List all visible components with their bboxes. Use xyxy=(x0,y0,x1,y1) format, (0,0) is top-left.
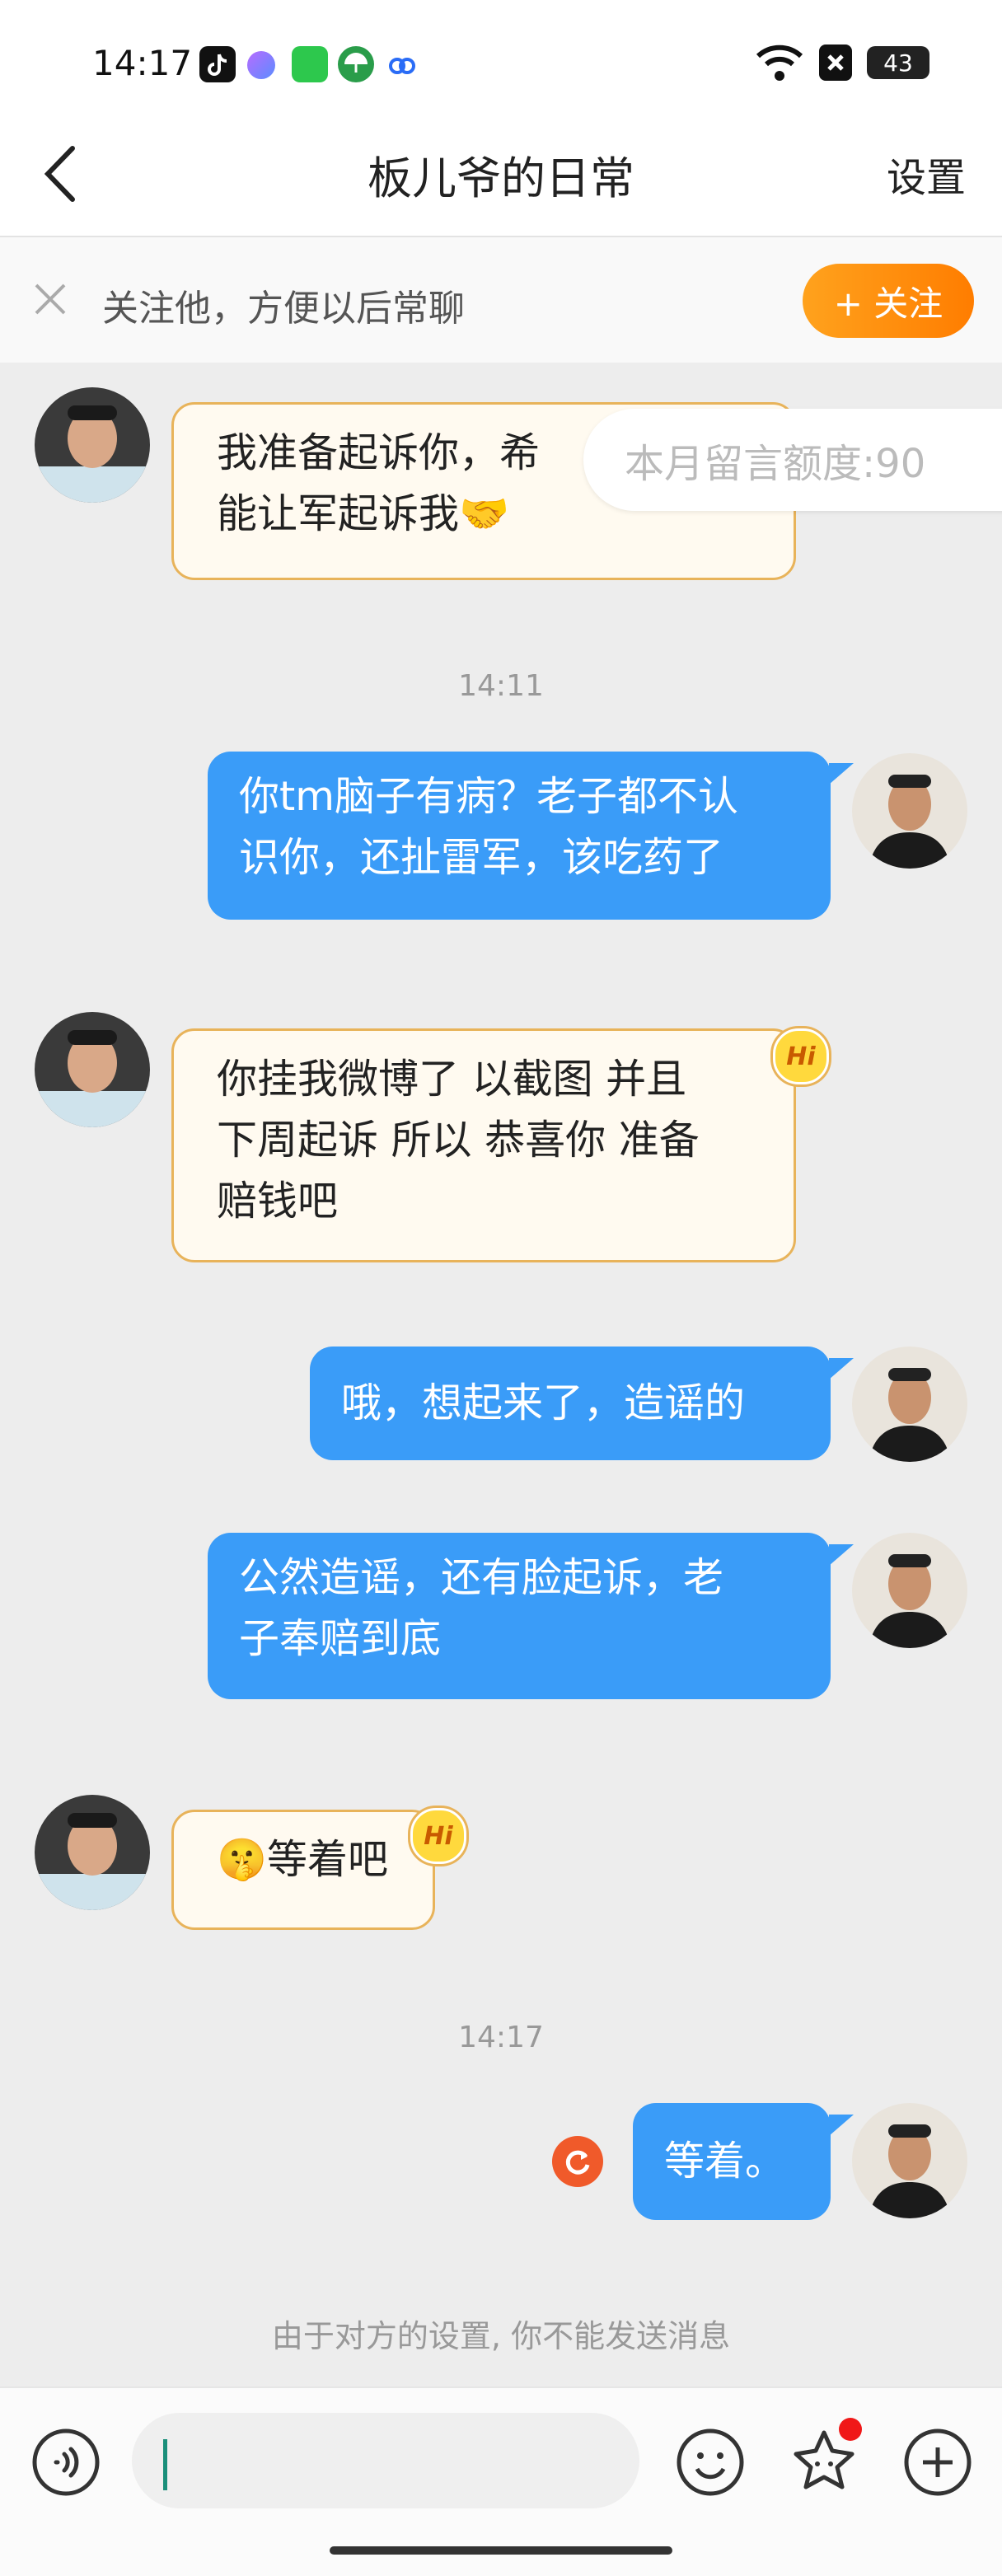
message-text: 等着。 xyxy=(664,2138,786,2185)
message-text: 识你，还扯雷军，该吃药了 xyxy=(239,834,724,881)
hi-badge: Hi xyxy=(410,1808,466,1864)
emoji-button[interactable] xyxy=(676,2428,745,2497)
status-time: 14:17 xyxy=(92,43,193,83)
settings-button[interactable]: 设置 xyxy=(887,145,966,203)
bubble-tail xyxy=(829,1358,854,1379)
quota-tip: 本月留言额度:90 xyxy=(583,409,1002,511)
message-text: 你tm脑子有病？老子都不认 xyxy=(239,773,738,820)
message-bubble-left[interactable]: 🤫等着吧 xyxy=(171,1810,435,1930)
chat-title: 板儿爷的日常 xyxy=(368,152,634,204)
app-icon-purple xyxy=(247,51,275,79)
close-follow-button[interactable] xyxy=(31,280,69,318)
avatar-other[interactable] xyxy=(35,1795,150,1910)
battery-icon: 43 xyxy=(867,46,929,79)
voice-icon xyxy=(32,2428,100,2496)
voice-button[interactable] xyxy=(31,2428,101,2497)
message-bubble-left[interactable]: 你挂我微博了 以截图 并且 下周起诉 所以 恭喜你 准备 赔钱吧 xyxy=(171,1028,796,1262)
cloud-link-icon xyxy=(384,46,420,82)
more-button[interactable] xyxy=(903,2428,972,2497)
app-icon-green xyxy=(292,46,328,82)
message-bubble-right[interactable]: 哦，想起来了，造谣的 xyxy=(310,1347,831,1460)
timestamp: 14:17 xyxy=(458,2021,544,2054)
hi-badge: Hi xyxy=(773,1028,829,1084)
message-bubble-right[interactable]: 公然造谣，还有脸起诉，老 子奉赔到底 xyxy=(208,1533,831,1699)
follow-prompt: 关注他，方便以后常聊 xyxy=(102,288,465,330)
text-caret xyxy=(163,2439,167,2490)
wifi-icon xyxy=(755,43,804,86)
message-text: 下周起诉 所以 恭喜你 准备 xyxy=(217,1117,700,1164)
timestamp: 14:11 xyxy=(458,669,544,703)
avatar-self[interactable] xyxy=(852,1533,967,1648)
message-text: 公然造谣，还有脸起诉，老 xyxy=(239,1554,724,1601)
retry-icon xyxy=(565,2150,590,2175)
avatar-self[interactable] xyxy=(852,1347,967,1462)
avatar-other[interactable] xyxy=(35,1012,150,1127)
bubble-tail xyxy=(829,763,854,785)
plus-circle-icon xyxy=(904,2428,972,2496)
message-bubble-right[interactable]: 等着。 xyxy=(633,2103,831,2220)
close-icon xyxy=(35,283,66,315)
home-indicator xyxy=(330,2546,672,2555)
avatar-self[interactable] xyxy=(852,2103,967,2218)
avatar-other[interactable] xyxy=(35,387,150,503)
message-text: 哦，想起来了，造谣的 xyxy=(341,1379,746,1426)
message-text: 你挂我微博了 以截图 并且 xyxy=(217,1056,687,1103)
resend-button[interactable] xyxy=(552,2136,603,2187)
tiktok-icon xyxy=(199,46,236,82)
message-bubble-right[interactable]: 你tm脑子有病？老子都不认 识你，还扯雷军，该吃药了 xyxy=(208,752,831,920)
message-text: 🤫等着吧 xyxy=(217,1836,389,1883)
cannot-send-notice: 由于对方的设置, 你不能发送消息 xyxy=(271,2318,731,2354)
message-text: 赔钱吧 xyxy=(217,1178,339,1225)
bubble-tail xyxy=(829,1544,854,1566)
message-text: 子奉赔到底 xyxy=(239,1615,442,1662)
notification-dot xyxy=(839,2418,862,2441)
smile-icon xyxy=(677,2428,744,2496)
umbrella-icon xyxy=(338,46,374,82)
follow-button[interactable]: + 关注 xyxy=(803,264,974,338)
bubble-tail xyxy=(829,2115,854,2136)
avatar-self[interactable] xyxy=(852,753,967,869)
message-input[interactable] xyxy=(132,2413,639,2508)
sim-off-icon xyxy=(819,44,852,81)
